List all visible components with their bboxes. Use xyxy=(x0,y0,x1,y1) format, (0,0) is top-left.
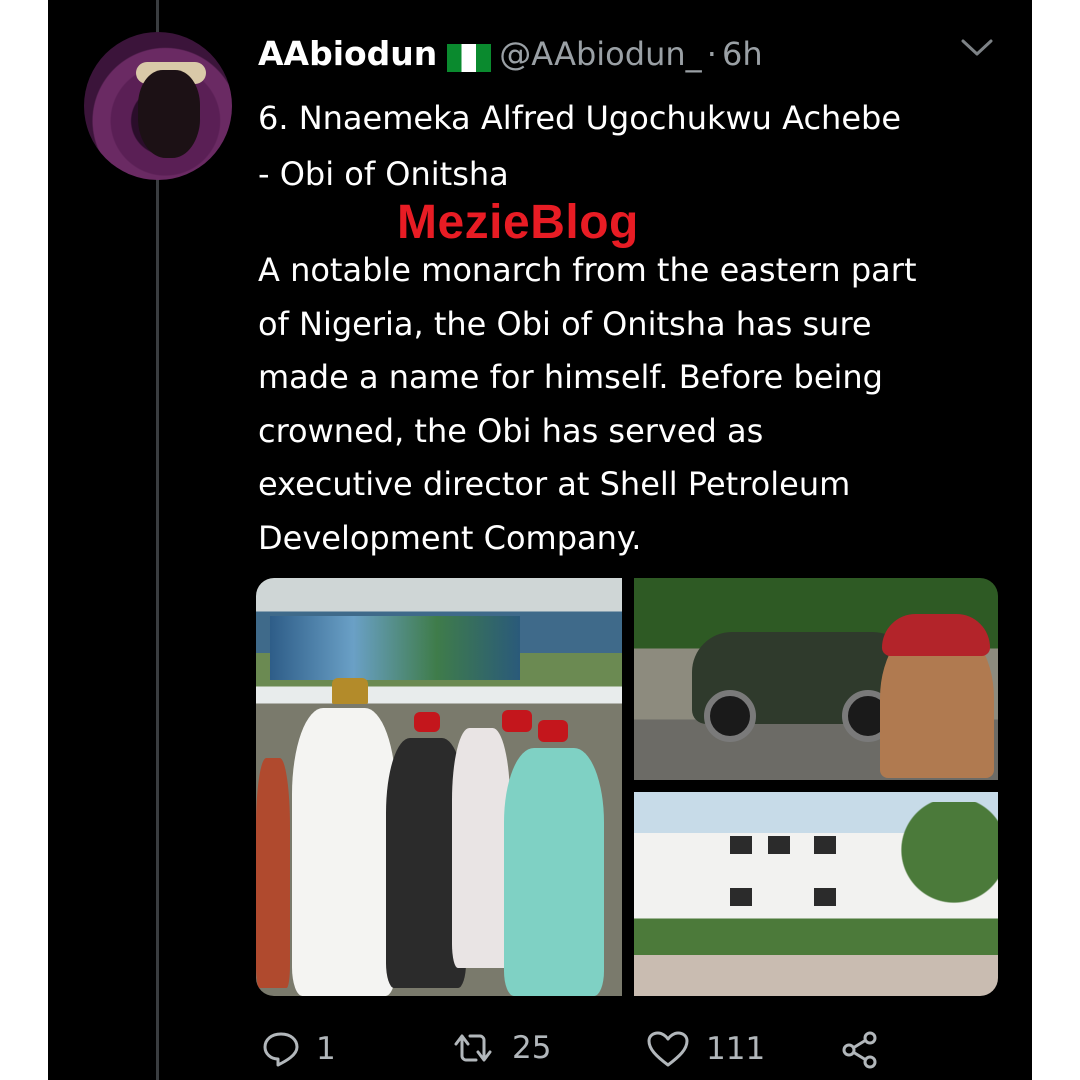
retweet-button[interactable]: 25 xyxy=(450,1030,551,1066)
avatar[interactable] xyxy=(84,32,232,180)
tweet-title: 6. Nnaemeka Alfred Ugochukwu Achebe - Ob… xyxy=(258,90,1018,202)
heart-icon xyxy=(647,1031,689,1067)
photo-cap xyxy=(414,712,440,732)
share-icon xyxy=(842,1031,877,1069)
tweet-title-line: - Obi of Onitsha xyxy=(258,155,509,193)
tweet-body-line: of Nigeria, the Obi of Onitsha has sure xyxy=(258,304,872,343)
photo-figure xyxy=(256,758,290,988)
photo-car-wheel xyxy=(704,690,756,742)
photo-window xyxy=(814,888,836,906)
tweet-title-line: 6. Nnaemeka Alfred Ugochukwu Achebe xyxy=(258,99,902,137)
photo-window xyxy=(730,836,752,854)
separator-dot: · xyxy=(706,35,717,73)
author-handle[interactable]: @AAbiodun_ xyxy=(499,35,701,73)
photo-cap xyxy=(502,710,532,732)
tweet-body: A notable monarch from the eastern part … xyxy=(258,244,1018,565)
nigeria-flag-icon xyxy=(447,43,492,72)
like-button[interactable]: 111 xyxy=(646,1030,765,1068)
photo-window xyxy=(814,836,836,854)
photo-residence[interactable] xyxy=(634,792,998,996)
share-button[interactable] xyxy=(840,1030,880,1070)
tweet-body-line: Development Company. xyxy=(258,518,642,557)
photo-figure xyxy=(452,728,510,968)
tweet-body-line: A notable monarch from the eastern part xyxy=(258,251,917,289)
author-name[interactable]: AAbiodun xyxy=(258,34,437,73)
photo-palm xyxy=(888,802,998,962)
reply-icon xyxy=(263,1032,299,1067)
photo-portrait-cap xyxy=(882,614,990,656)
tweet-body-line: made a name for himself. Before being xyxy=(258,358,883,396)
like-count: 111 xyxy=(706,1031,766,1067)
reply-button[interactable]: 1 xyxy=(262,1030,336,1068)
tweet-header: AAbiodun @AAbiodun_ · 6h xyxy=(258,34,763,75)
photo-monarch-procession[interactable] xyxy=(256,578,622,996)
photo-figure xyxy=(504,748,604,996)
reply-count: 1 xyxy=(316,1031,336,1067)
photo-window xyxy=(730,888,752,906)
tweet-time[interactable]: 6h xyxy=(722,35,763,73)
watermark-text: MezieBlog xyxy=(397,196,639,249)
photo-figure xyxy=(292,708,396,996)
photo-cap xyxy=(538,720,568,742)
retweet-count: 25 xyxy=(512,1030,552,1066)
photo-crown xyxy=(332,678,368,704)
tweet-body-line: executive director at Shell Petroleum xyxy=(258,465,851,503)
tweet-body-line: crowned, the Obi has served as xyxy=(258,411,764,450)
photo-window xyxy=(768,836,790,854)
photo-mural xyxy=(270,616,520,680)
avatar-face xyxy=(138,70,200,158)
chevron-down-icon[interactable] xyxy=(960,38,994,58)
tweet-frame: AAbiodun @AAbiodun_ · 6h 6. Nnaemeka Alfr… xyxy=(48,0,1032,1080)
photo-luxury-car[interactable] xyxy=(634,578,998,780)
retweet-icon xyxy=(454,1034,492,1062)
